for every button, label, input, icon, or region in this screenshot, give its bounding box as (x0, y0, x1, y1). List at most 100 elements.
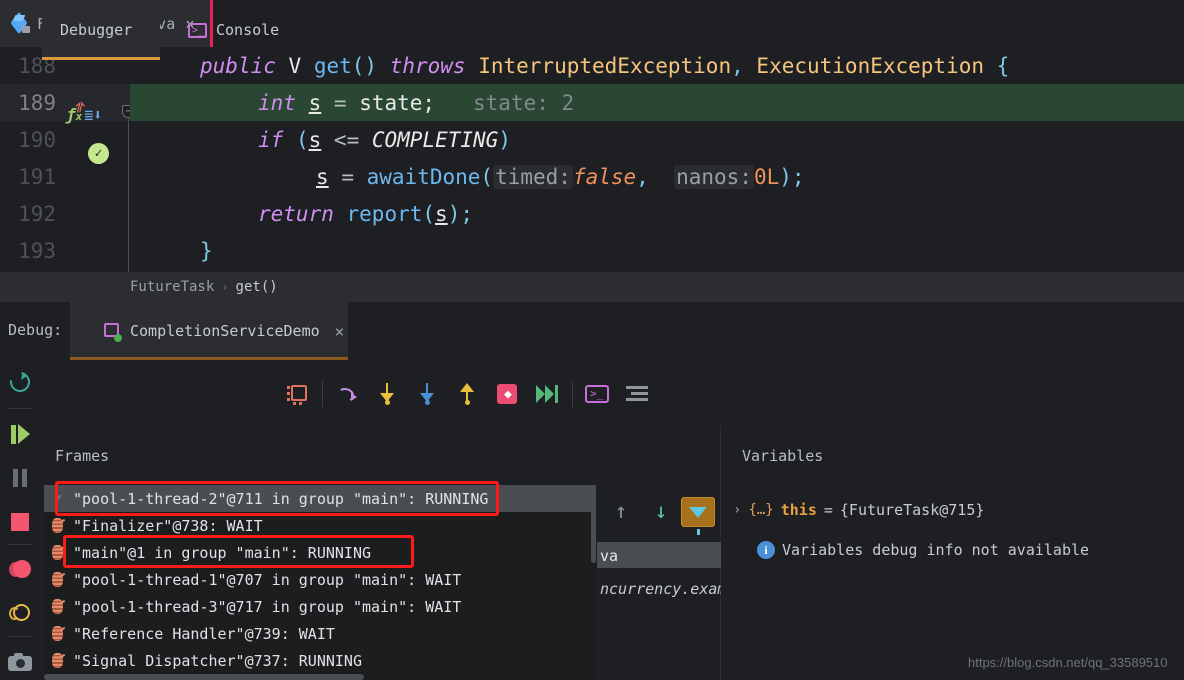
frame-up-button[interactable]: ↑ (608, 498, 634, 524)
step-out-icon (459, 383, 475, 405)
mute-breakpoints-icon (9, 604, 31, 624)
open-paren: ( (480, 164, 494, 189)
step-into-button[interactable] (370, 378, 404, 410)
close-paren-semi: ); (447, 201, 473, 226)
thread-icon (50, 652, 66, 670)
debug-sidebar-toolbar[interactable] (0, 360, 40, 680)
open-paren: ( (422, 201, 436, 226)
line-number: 192 (18, 201, 56, 226)
thread-list-item[interactable]: "main"@1 in group "main": RUNNING (44, 539, 596, 566)
horizontal-scrollbar[interactable] (44, 674, 364, 680)
run-to-cursor-button[interactable] (530, 378, 564, 410)
thread-list-scrollbar[interactable] (591, 485, 596, 563)
code-line-193: } (130, 232, 1184, 269)
line-number-row: 189 (0, 84, 130, 121)
code-editor[interactable]: 188 189 190 191 192 193 ƒx ⥣ ≣⬇ ✓ − publ… (0, 47, 1184, 305)
verified-breakpoint-icon[interactable]: ✓ (88, 143, 109, 164)
breadcrumb-method[interactable]: get() (236, 279, 278, 295)
keyword-if: if (258, 127, 284, 152)
variable-s: s (308, 127, 322, 152)
mute-breakpoints-button[interactable] (0, 592, 40, 636)
breadcrumb-separator: › (221, 280, 229, 294)
frames-panel-header: Frames (55, 447, 110, 465)
tab-debugger-label: Debugger (60, 21, 133, 39)
rerun-button[interactable] (0, 360, 40, 404)
tab-debugger-underline (42, 57, 160, 60)
gutter-markers[interactable]: ƒx ⥣ ≣⬇ (66, 101, 102, 124)
rerun-icon (6, 368, 34, 396)
thread-list-item[interactable]: "pool-1-thread-3"@717 in group "main": W… (44, 593, 596, 620)
variables-tree[interactable]: › {…} this = {FutureTask@715} i Variable… (721, 478, 1184, 680)
view-breakpoints-icon (9, 560, 31, 580)
arrow-up-icon: ↑ (614, 499, 628, 523)
camera-icon (8, 653, 32, 671)
arrow-down-icon: ↓ (654, 499, 668, 523)
filter-frames-button[interactable] (681, 497, 715, 535)
constant-completing: COMPLETING (371, 127, 499, 152)
console-icon: >_ (188, 22, 207, 38)
thread-icon (50, 625, 66, 643)
frame-down-button[interactable]: ↓ (648, 498, 674, 524)
breadcrumb-class[interactable]: FutureTask (130, 279, 214, 295)
thread-label: "main"@1 in group "main": RUNNING (73, 543, 372, 562)
thread-list-item[interactable]: "Reference Handler"@739: WAIT (44, 620, 596, 647)
comparison-operator: <= (333, 127, 360, 152)
force-step-into-icon (419, 383, 435, 405)
view-breakpoints-button[interactable] (0, 548, 40, 592)
exception-type-1: InterruptedException (478, 53, 732, 78)
thread-list-item[interactable]: "Finalizer"@738: WAIT (44, 512, 596, 539)
drop-frame-button[interactable]: ◆ (490, 378, 524, 410)
breadcrumb[interactable]: FutureTask › get() (0, 272, 1184, 302)
method-name-get: get (313, 53, 352, 78)
step-out-button[interactable] (450, 378, 484, 410)
thread-list[interactable]: ✓ "pool-1-thread-2"@711 in group "main":… (44, 485, 596, 680)
thread-icon (50, 544, 66, 562)
layout-settings-button[interactable] (620, 378, 654, 410)
line-number-row: 193 (0, 232, 130, 269)
thread-list-item[interactable]: "Signal Dispatcher"@737: RUNNING (44, 647, 596, 674)
variable-value: {FutureTask@715} (839, 501, 985, 519)
frame-file-name: va (600, 547, 619, 565)
settings-icon (626, 386, 648, 402)
tab-debugger[interactable]: Debugger (42, 0, 160, 60)
equals-sign: = (823, 501, 833, 519)
param-value-zero: 0L (753, 164, 780, 189)
frame-package-name: ncurrency.exam (600, 580, 727, 598)
show-execution-point-button[interactable] (280, 378, 314, 410)
line-number: 191 (18, 164, 56, 189)
evaluate-expression-button[interactable]: >_ (580, 378, 614, 410)
variable-name: this (780, 501, 817, 519)
inline-debug-hint: state: 2 (473, 90, 575, 115)
info-icon: i (757, 541, 775, 559)
param-value-false: false (572, 164, 637, 189)
divider (8, 408, 32, 409)
variable-row-this[interactable]: › {…} this = {FutureTask@715} (733, 501, 984, 519)
screenshot-button[interactable] (0, 640, 40, 680)
pause-program-button[interactable] (0, 456, 40, 500)
function-modified-icon[interactable]: ƒx ⥣ (66, 101, 83, 124)
step-over-button[interactable] (330, 378, 364, 410)
evaluate-expression-icon: >_ (585, 385, 609, 403)
idea-debugger-window: FutureTask.java × 188 189 190 191 192 19… (0, 0, 1184, 680)
line-number-row: 192 (0, 195, 130, 232)
close-icon[interactable]: × (335, 322, 345, 341)
run-configuration-tab[interactable]: CompletionServiceDemo × (70, 302, 348, 360)
editor-gutter[interactable]: 188 189 190 191 192 193 ƒx ⥣ ≣⬇ ✓ − (0, 47, 135, 305)
method-awaitdone: awaitDone (366, 164, 481, 189)
force-step-into-button[interactable] (410, 378, 444, 410)
code-fold-line (128, 105, 129, 297)
overriding-method-icon[interactable]: ≣⬇ (84, 106, 102, 124)
field-state: state; (359, 90, 436, 115)
chevron-right-icon[interactable]: › (733, 502, 741, 518)
tab-console[interactable]: >_ Console (170, 0, 300, 60)
debug-label: Debug: (8, 321, 63, 339)
open-brace: { (996, 53, 1010, 78)
thread-list-item[interactable]: "pool-1-thread-1"@707 in group "main": W… (44, 566, 596, 593)
divider (322, 381, 323, 407)
stop-button[interactable] (0, 500, 40, 544)
thread-list-item[interactable]: ✓ "pool-1-thread-2"@711 in group "main":… (44, 485, 596, 512)
code-text-area[interactable]: public V get() throws InterruptedExcepti… (130, 47, 1184, 272)
resume-program-button[interactable] (0, 412, 40, 456)
info-message-text: Variables debug info not available (782, 541, 1090, 559)
keyword-return: return (258, 201, 334, 226)
